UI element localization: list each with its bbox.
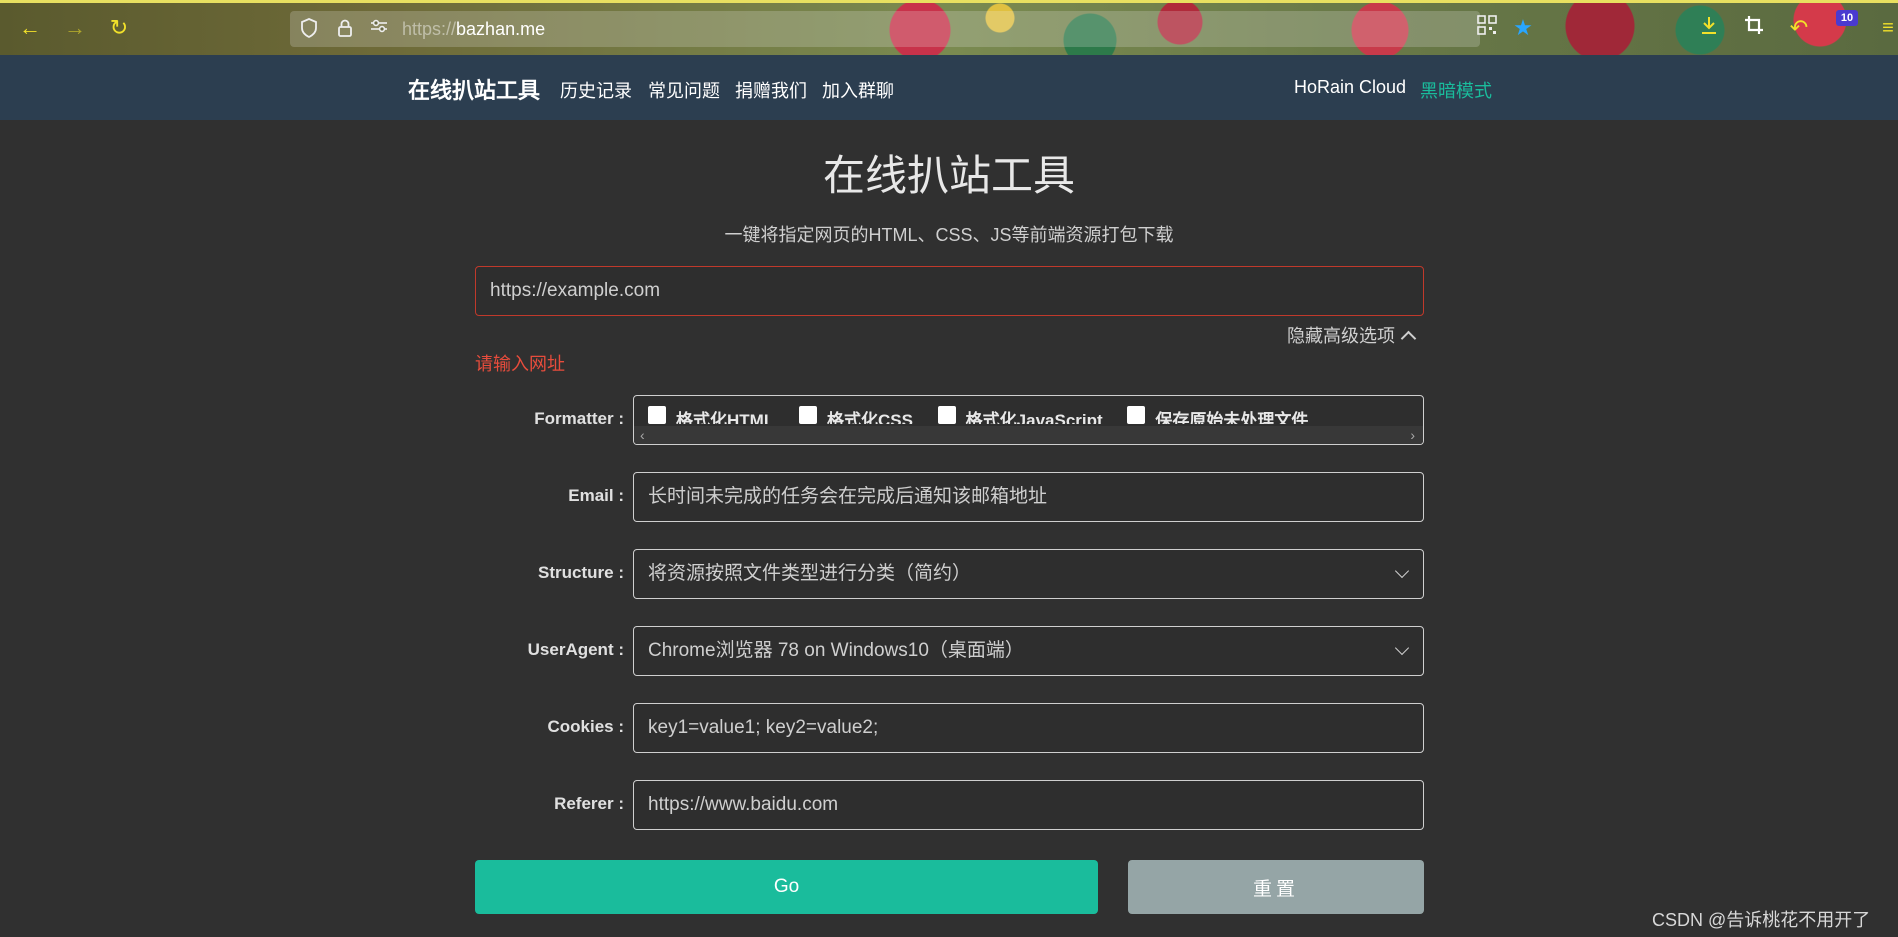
shield-icon[interactable]	[298, 18, 320, 40]
formatter-label: Formatter :	[534, 409, 624, 428]
advanced-options-toggle[interactable]: 隐藏高级选项	[1287, 322, 1417, 348]
referer-field[interactable]	[633, 780, 1424, 830]
arrow-left-icon[interactable]: ←	[18, 16, 42, 40]
chevron-down-icon	[1394, 563, 1410, 579]
scroll-right-icon[interactable]: ›	[1410, 427, 1415, 443]
page-title: 在线扒站工具	[822, 152, 1075, 199]
formatter-scrollbar[interactable]: ‹ ›	[634, 426, 1423, 444]
url-input[interactable]	[475, 266, 1424, 316]
useragent-label: UserAgent :	[527, 640, 624, 659]
star-icon[interactable]: ★	[1510, 15, 1536, 41]
browser-toolbar: ← → ↻ https://bazhan.me ★ ↶ 10 ≡	[0, 0, 1898, 55]
referer-label: Referer :	[554, 794, 624, 813]
nav-faq[interactable]: 常见问题	[648, 77, 720, 103]
crop-icon[interactable]	[1741, 15, 1767, 41]
permissions-icon[interactable]	[368, 18, 390, 40]
arrow-right-icon[interactable]: →	[63, 16, 87, 40]
menu-icon[interactable]: ≡	[1878, 15, 1898, 41]
scroll-left-icon[interactable]: ‹	[640, 427, 645, 443]
structure-value: 将资源按照文件类型进行分类（简约）	[648, 563, 972, 584]
format-html-label: 格式化HTML	[676, 411, 775, 424]
go-button[interactable]: Go	[475, 860, 1098, 914]
advanced-options-label: 隐藏高级选项	[1287, 326, 1395, 346]
nav-horain-cloud[interactable]: HoRain Cloud	[1294, 77, 1406, 98]
url-host: bazhan.me	[456, 19, 546, 39]
format-css-label: 格式化CSS	[826, 411, 913, 424]
email-label: Email :	[568, 486, 624, 505]
lock-icon[interactable]	[334, 18, 356, 40]
url-protocol: https://	[402, 19, 457, 39]
structure-label: Structure :	[538, 563, 624, 582]
download-icon[interactable]	[1696, 15, 1722, 41]
chevron-up-icon	[1400, 330, 1417, 347]
dark-mode-toggle[interactable]: 黑暗模式	[1420, 77, 1492, 103]
keep-original-checkbox[interactable]	[1127, 406, 1146, 424]
chevron-down-icon	[1394, 640, 1410, 656]
format-js-label: 格式化JavaScript	[965, 411, 1103, 424]
format-html-checkbox[interactable]	[648, 406, 666, 424]
keep-original-label: 保存原始未处理文件	[1155, 411, 1309, 424]
address-bar[interactable]: https://bazhan.me	[290, 11, 1480, 47]
structure-select[interactable]: 将资源按照文件类型进行分类（简约）	[633, 549, 1424, 599]
reload-icon[interactable]: ↻	[107, 16, 131, 40]
site-header: 在线扒站工具 历史记录 常见问题 捐赠我们 加入群聊 HoRain Cloud …	[0, 55, 1898, 120]
nav-join-group[interactable]: 加入群聊	[822, 77, 894, 103]
useragent-value: Chrome浏览器 78 on Windows10（桌面端）	[648, 640, 1024, 661]
email-field[interactable]	[633, 472, 1424, 522]
extension-badge: 10	[1836, 10, 1858, 26]
format-js-option[interactable]: 格式化JavaScript	[937, 406, 1103, 424]
formatter-options-row: 格式化HTML 格式化CSS 格式化JavaScript 保存原始未处理文件	[648, 406, 1328, 424]
site-brand[interactable]: 在线扒站工具	[408, 73, 540, 105]
page-subtitle: 一键将指定网页的HTML、CSS、JS等前端资源打包下载	[724, 225, 1174, 245]
cookies-label: Cookies :	[547, 717, 624, 736]
nav-history[interactable]: 历史记录	[560, 77, 632, 103]
url-error-message: 请输入网址	[475, 354, 565, 374]
undo-icon[interactable]: ↶	[1786, 15, 1812, 41]
csdn-watermark: CSDN @告诉桃花不用开了	[1652, 910, 1871, 930]
reset-button[interactable]: 重置	[1128, 860, 1424, 914]
format-html-option[interactable]: 格式化HTML	[648, 406, 774, 424]
format-css-checkbox[interactable]	[798, 406, 817, 424]
useragent-select[interactable]: Chrome浏览器 78 on Windows10（桌面端）	[633, 626, 1424, 676]
formatter-options: 格式化HTML 格式化CSS 格式化JavaScript 保存原始未处理文件 ‹…	[633, 395, 1424, 445]
nav-donate[interactable]: 捐赠我们	[735, 77, 807, 103]
format-css-option[interactable]: 格式化CSS	[798, 406, 913, 424]
qr-code-icon[interactable]	[1474, 15, 1500, 41]
toolbar-accent-line	[0, 0, 1898, 3]
url-text[interactable]: https://bazhan.me	[402, 19, 545, 40]
keep-original-option[interactable]: 保存原始未处理文件	[1127, 406, 1308, 424]
cookies-field[interactable]	[633, 703, 1424, 753]
format-js-checkbox[interactable]	[937, 406, 956, 424]
